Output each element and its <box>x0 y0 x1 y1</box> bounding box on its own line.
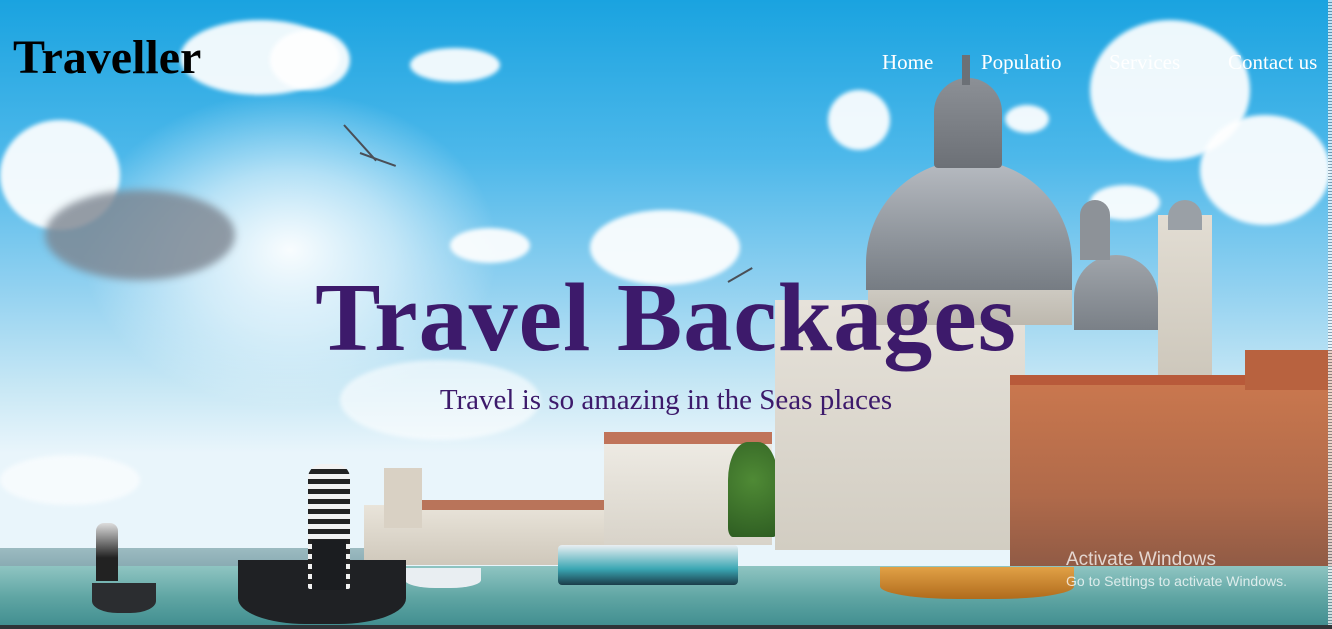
hero-subtitle: Travel is so amazing in the Seas places <box>439 384 893 416</box>
hero-banner: Traveller Home Populatio Services Contac… <box>0 0 1332 629</box>
site-logo[interactable]: Traveller <box>13 30 201 85</box>
nav-home-link[interactable]: Home <box>882 50 933 75</box>
watermark-subtitle: Go to Settings to activate Windows. <box>1066 573 1287 589</box>
scrollbar[interactable] <box>1328 0 1332 629</box>
bottom-edge <box>0 625 1332 629</box>
nav-services-link[interactable]: Services <box>1109 50 1180 75</box>
nav-contact-link[interactable]: Contact us <box>1228 50 1317 75</box>
hero-title: Travel Backages <box>315 264 1017 372</box>
nav-population-link[interactable]: Populatio <box>981 50 1065 75</box>
watermark-title: Activate Windows <box>1066 549 1216 570</box>
activate-windows-watermark: Activate Windows Go to Settings to activ… <box>1066 549 1287 589</box>
site-header: Traveller Home Populatio Services Contac… <box>0 0 1332 110</box>
